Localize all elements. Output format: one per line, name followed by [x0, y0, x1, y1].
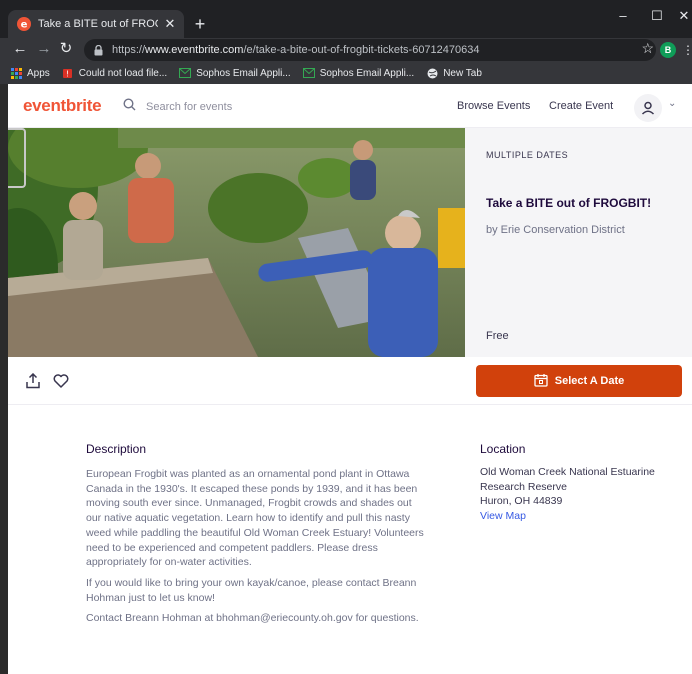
bookmark-sophos-2[interactable]: Sophos Email Appli...: [302, 67, 415, 79]
address-bar[interactable]: https://www.eventbrite.com/e/take-a-bite…: [84, 39, 656, 61]
view-map-link[interactable]: View Map: [480, 509, 680, 524]
action-bar: Select A Date: [8, 357, 692, 405]
description-paragraph: Contact Breann Hohman at bhohman@eriecou…: [86, 612, 419, 625]
bookmark-label: Sophos Email Appli...: [196, 67, 291, 79]
bookmark-star-icon[interactable]: ☆: [641, 40, 654, 57]
close-window-button[interactable]: ✕: [677, 8, 691, 24]
file-error-icon: !: [62, 67, 74, 79]
globe-icon: [426, 67, 438, 79]
description-paragraph: European Frogbit was planted as an ornam…: [86, 468, 424, 569]
select-a-date-button[interactable]: Select A Date: [476, 365, 682, 397]
bookmark-sophos-1[interactable]: Sophos Email Appli...: [179, 67, 291, 79]
chevron-down-icon[interactable]: ⌄: [668, 98, 676, 109]
web-page: eventbrite Search for events Browse Even…: [8, 84, 692, 674]
location-city: Huron, OH 44839: [480, 495, 563, 507]
event-search[interactable]: Search for events: [123, 98, 232, 116]
bookmark-label: New Tab: [443, 67, 482, 79]
svg-text:e: e: [21, 20, 28, 31]
bookmark-file[interactable]: ! Could not load file...: [62, 67, 167, 79]
bookmarks-bar: Apps ! Could not load file... Sophos Ema…: [0, 62, 692, 84]
eventbrite-logo[interactable]: eventbrite: [23, 96, 102, 116]
location-venue: Old Woman Creek National Estuarine: [480, 466, 655, 478]
apps-grid-icon: [10, 67, 22, 79]
event-photo: [8, 128, 465, 357]
search-input[interactable]: Search for events: [146, 101, 232, 113]
mail-icon: [179, 67, 192, 79]
reload-button[interactable]: ↻: [58, 39, 74, 59]
mail-icon: [302, 67, 315, 79]
calendar-icon: [534, 373, 548, 390]
tab-close-icon[interactable]: ✕: [164, 16, 176, 32]
event-price: Free: [486, 330, 509, 342]
browse-events-link[interactable]: Browse Events: [457, 100, 530, 112]
bookmark-label: Could not load file...: [78, 67, 168, 79]
bookmark-new-tab[interactable]: New Tab: [426, 67, 482, 79]
eventbrite-favicon-icon: e: [16, 16, 32, 32]
event-summary-panel: MULTIPLE DATES Take a BITE out of FROGBI…: [465, 128, 692, 357]
select-a-date-label: Select A Date: [554, 375, 625, 387]
lock-icon: [92, 43, 104, 57]
browser-toolbar: ← → ↻ https://www.eventbrite.com/e/take-…: [0, 38, 692, 62]
description-body: European Frogbit was planted as an ornam…: [86, 467, 426, 632]
share-icon[interactable]: [23, 371, 43, 391]
bookmark-apps[interactable]: Apps: [10, 67, 50, 79]
location-details: Old Woman Creek National Estuarine Resea…: [480, 465, 680, 523]
organizer-name[interactable]: by Erie Conservation District: [486, 224, 625, 236]
location-heading: Location: [480, 442, 526, 456]
heart-icon[interactable]: [51, 371, 71, 391]
browser-tabstrip: e Take a BITE out of FROGBIT! Ticke ✕ + …: [0, 0, 692, 38]
back-button[interactable]: ←: [12, 39, 28, 59]
browser-tab[interactable]: e Take a BITE out of FROGBIT! Ticke ✕: [8, 10, 184, 38]
search-icon: [123, 98, 136, 116]
event-details: Description European Frogbit was planted…: [8, 405, 692, 674]
bookmark-label: Sophos Email Appli...: [319, 67, 415, 79]
description-heading: Description: [86, 442, 147, 456]
profile-avatar[interactable]: B: [660, 42, 676, 58]
forward-button[interactable]: →: [36, 39, 52, 59]
maximize-button[interactable]: ☐: [650, 8, 664, 24]
carousel-handle[interactable]: [8, 128, 26, 188]
svg-text:!: !: [66, 69, 69, 78]
event-hero: MULTIPLE DATES Take a BITE out of FROGBI…: [8, 128, 692, 357]
create-event-link[interactable]: Create Event: [549, 100, 613, 112]
url-text: https://www.eventbrite.com/e/take-a-bite…: [112, 44, 480, 56]
new-tab-button[interactable]: +: [192, 14, 208, 34]
dates-label: MULTIPLE DATES: [486, 150, 569, 160]
site-header: eventbrite Search for events Browse Even…: [8, 84, 692, 128]
description-paragraph: If you would like to bring your own kaya…: [86, 576, 417, 604]
location-venue-2: Research Reserve: [480, 480, 567, 493]
tab-title: Take a BITE out of FROGBIT! Ticke: [38, 18, 158, 30]
minimize-button[interactable]: –: [616, 8, 630, 23]
bookmark-label: Apps: [27, 67, 50, 79]
user-avatar[interactable]: [634, 94, 662, 122]
browser-menu-icon[interactable]: ⋮: [682, 41, 692, 59]
event-title: Take a BITE out of FROGBIT!: [486, 196, 652, 210]
